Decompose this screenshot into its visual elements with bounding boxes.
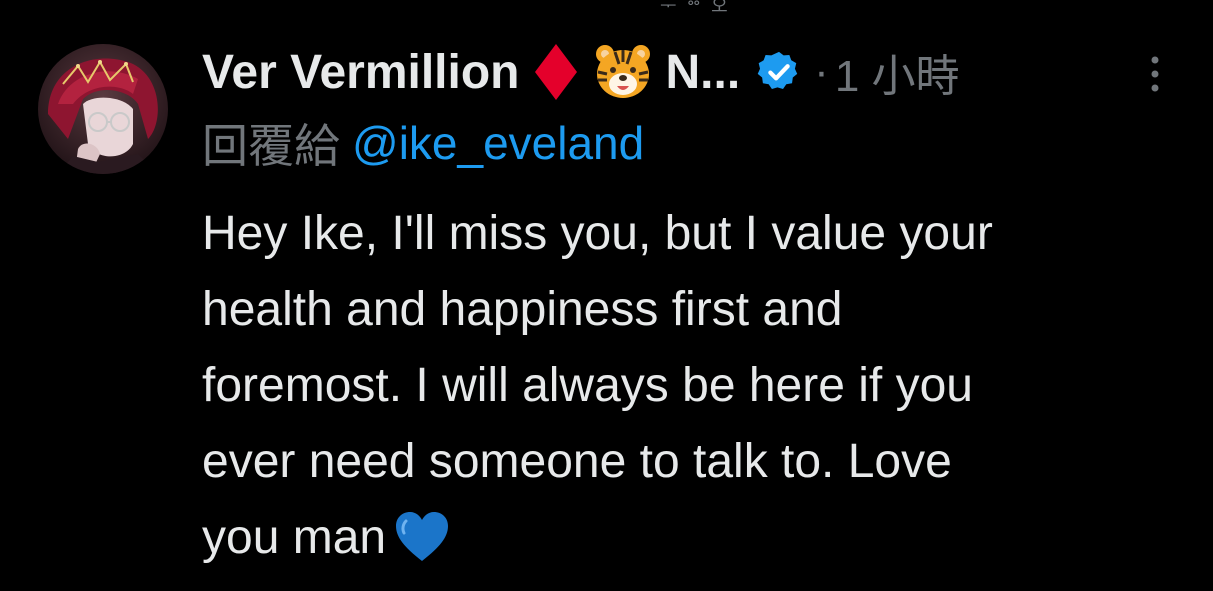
tweet-text-line-end: you man: [202, 511, 387, 564]
display-name[interactable]: Ver Vermillion: [202, 45, 519, 100]
tweet-text-line: foremost. I will always be here if you: [202, 359, 973, 412]
reply-label: 回覆給: [202, 120, 340, 172]
tweet-text-line: Hey Ike, I'll miss you, but I value your: [202, 207, 993, 260]
tweet-text: Hey Ike, I'll miss you, but I value your…: [202, 196, 1162, 586]
reply-handle-link[interactable]: @ike_eveland: [352, 116, 644, 170]
tweet-header: Ver Vermillion N... · 1 小時: [202, 36, 1182, 108]
tweet[interactable]: Ver Vermillion N... · 1 小時 回覆給 @ike_evel…: [0, 0, 1213, 591]
reply-context: 回覆給 @ike_eveland: [202, 108, 1182, 178]
display-name-truncated[interactable]: N...: [665, 45, 740, 100]
avatar[interactable]: [38, 44, 168, 174]
tweet-text-line-last: you man: [202, 500, 1162, 586]
timestamp[interactable]: 1 小時: [835, 40, 960, 104]
tweet-text-line: ever need someone to talk to. Love: [202, 435, 952, 488]
tiger-face-icon: [593, 42, 653, 102]
tweet-text-line: health and happiness first and: [202, 283, 843, 336]
separator-dot: ·: [814, 47, 829, 96]
tweet-content: Ver Vermillion N... · 1 小時 回覆給 @ike_evel…: [202, 36, 1182, 586]
verified-badge-icon[interactable]: [756, 49, 802, 95]
blue-heart-icon: [394, 510, 450, 586]
diamond-suit-icon: [533, 42, 579, 102]
more-options-icon[interactable]: [1140, 52, 1170, 96]
